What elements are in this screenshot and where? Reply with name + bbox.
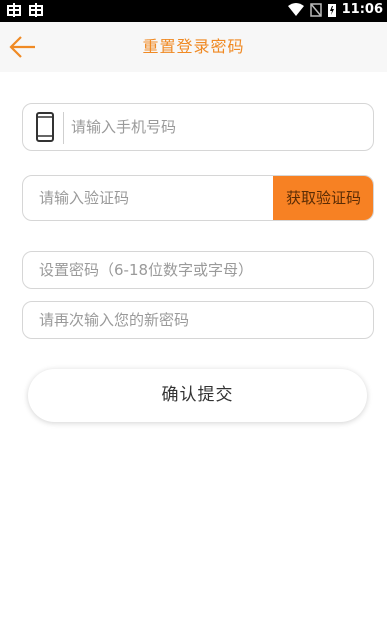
password-placeholder: 设置密码（6-18位数字或字母） xyxy=(39,261,254,279)
header: 重置登录密码 xyxy=(0,22,387,72)
status-right: 11:06 xyxy=(287,2,383,17)
wifi-icon xyxy=(287,2,304,16)
bug-icon xyxy=(29,3,43,17)
get-code-button[interactable]: 获取验证码 xyxy=(273,176,373,220)
password-field[interactable]: 设置密码（6-18位数字或字母） xyxy=(22,251,374,289)
phone-placeholder: 请输入手机号码 xyxy=(71,118,177,136)
battery-icon xyxy=(327,3,336,17)
confirm-password-placeholder: 请再次输入您的新密码 xyxy=(39,311,190,329)
status-bar: 11:06 xyxy=(0,0,387,22)
smartphone-icon xyxy=(36,112,54,142)
arrow-left-icon[interactable] xyxy=(8,34,38,60)
status-left xyxy=(6,2,44,18)
code-placeholder: 请输入验证码 xyxy=(39,189,130,207)
submit-button[interactable]: 确认提交 xyxy=(28,369,367,422)
phone-separator xyxy=(63,112,64,144)
bug-icon xyxy=(7,3,21,17)
confirm-password-field[interactable]: 请再次输入您的新密码 xyxy=(22,301,374,339)
status-time: 11:06 xyxy=(341,2,383,17)
phone-field[interactable]: 请输入手机号码 xyxy=(22,103,374,151)
code-field[interactable]: 请输入验证码 获取验证码 xyxy=(22,175,374,221)
page-title: 重置登录密码 xyxy=(142,37,245,56)
no-sim-icon xyxy=(309,2,322,17)
